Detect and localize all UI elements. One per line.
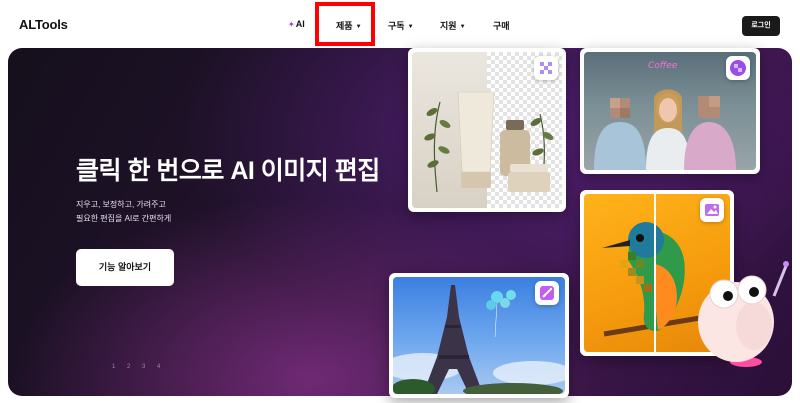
hero-subtitle-line2: 필요한 편집을 AI로 간편하게: [76, 214, 172, 223]
nav-subscribe[interactable]: 구독 ▼: [388, 19, 414, 32]
checker-eraser-icon: [534, 56, 558, 80]
carousel-pager[interactable]: 1 2 3 4: [112, 364, 165, 370]
main-nav: ✦AI 제품 ▼ 구독 ▼ 지원 ▼ 구매: [0, 0, 800, 50]
nav-ai-label: AI: [295, 19, 305, 29]
hero-subtitle-line1: 지우고, 보정하고, 가려주고: [76, 200, 166, 209]
nav-ai[interactable]: ✦AI: [288, 19, 305, 29]
nav-support-label: 지원: [440, 21, 457, 31]
nav-buy[interactable]: 구매: [493, 19, 510, 32]
sparkle-icon: ✦: [288, 20, 295, 29]
mascot-character: [698, 261, 789, 367]
svg-text:Coffee: Coffee: [648, 61, 678, 71]
nav-support[interactable]: 지원 ▼: [440, 19, 466, 32]
blur-face-icon: [726, 56, 750, 80]
caret-down-icon: ▼: [459, 24, 466, 30]
nav-buy-label: 구매: [493, 21, 510, 31]
caret-down-icon: ▼: [407, 24, 414, 30]
object-remove-card: [389, 273, 569, 398]
magic-wand-icon: [535, 281, 559, 305]
face-blur-card: Coffee: [580, 48, 760, 174]
login-button[interactable]: 로그인: [742, 16, 780, 36]
top-header: ALTools ✦AI 제품 ▼ 구독 ▼ 지원 ▼ 구매 로그인: [0, 0, 800, 50]
bg-remove-card: [408, 48, 566, 212]
image-enhance-icon: [700, 198, 724, 222]
highlight-box: [315, 2, 375, 46]
hero-title: 클릭 한 번으로 AI 이미지 편집: [76, 157, 380, 185]
nav-subscribe-label: 구독: [388, 21, 405, 31]
learn-features-button[interactable]: 기능 알아보기: [76, 249, 174, 286]
hero-subtitle: 지우고, 보정하고, 가려주고 필요한 편집을 AI로 간편하게: [76, 198, 171, 226]
